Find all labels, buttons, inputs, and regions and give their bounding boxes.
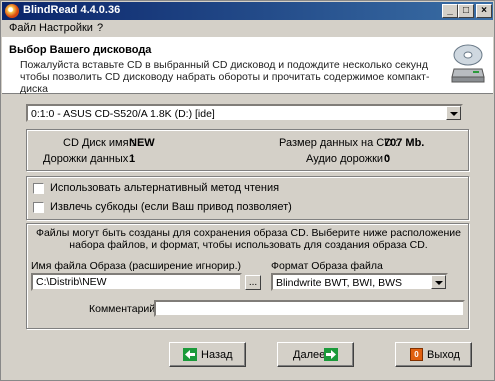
comment-label: Комментарий : — [89, 303, 161, 315]
next-button[interactable]: Далее — [277, 342, 354, 367]
filename-label: Имя файла Образа (расширение игнорир.) — [31, 260, 242, 272]
next-button-label: Далее — [293, 349, 326, 361]
cd-drive-icon — [451, 44, 485, 83]
extract-subcodes-label: Извлечь субкоды (если Ваш привод позволя… — [50, 201, 292, 213]
data-size-label: Размер данных на CD : — [279, 137, 399, 149]
format-select[interactable]: Blindwrite BWT, BWI, BWS — [271, 273, 448, 291]
menu-help[interactable]: ? — [97, 22, 103, 34]
data-tracks-value: 1 — [129, 153, 136, 165]
comment-input[interactable] — [154, 300, 465, 317]
minimize-button[interactable]: _ — [442, 4, 458, 18]
alt-read-checkbox[interactable] — [33, 183, 44, 194]
exit-button-label: Выход — [427, 349, 460, 361]
arrow-left-icon — [183, 348, 197, 361]
app-icon — [5, 4, 19, 18]
menu-settings[interactable]: Настройки — [39, 22, 93, 34]
data-size-value: 707 Mb. — [384, 137, 425, 149]
back-button-label: Назад — [201, 349, 233, 361]
exit-icon: 0 — [410, 348, 423, 361]
image-info-text: Файлы могут быть созданы для сохранения … — [35, 227, 461, 251]
arrow-right-icon — [324, 348, 338, 361]
drive-select-value: 0:1:0 - ASUS CD-S520/A 1.8K (D:) [ide] — [31, 108, 215, 120]
chevron-down-icon[interactable] — [431, 275, 446, 289]
disc-name-label: CD Диск имя : — [63, 137, 135, 149]
chevron-down-icon[interactable] — [446, 106, 461, 120]
audio-tracks-label: Аудио дорожки : — [306, 153, 390, 165]
window-title: BlindRead 4.4.0.36 — [23, 4, 121, 16]
back-button[interactable]: Назад — [169, 342, 246, 367]
close-button[interactable]: × — [476, 4, 492, 18]
menu-file[interactable]: Файл — [9, 22, 36, 34]
extract-subcodes-checkbox[interactable] — [33, 202, 44, 213]
wizard-header: Выбор Вашего дисковода Пожалуйста вставь… — [2, 37, 493, 95]
format-select-value: Blindwrite BWT, BWI, BWS — [276, 277, 403, 289]
exit-button[interactable]: 0 Выход — [395, 342, 472, 367]
menu-bar: Файл Настройки ? — [2, 20, 493, 37]
data-tracks-label: Дорожки данных : — [43, 153, 135, 165]
browse-button[interactable]: ... — [245, 275, 261, 290]
page-title: Выбор Вашего дисковода — [9, 44, 152, 56]
disc-name-value: NEW — [129, 137, 155, 149]
audio-tracks-value: 0 — [384, 153, 391, 165]
main-window: BlindRead 4.4.0.36 _ □ × Файл Настройки … — [0, 0, 495, 381]
alt-read-label: Использовать альтернативный метод чтения — [50, 182, 280, 194]
page-description: Пожалуйста вставьте CD в выбранный CD ди… — [20, 59, 430, 95]
maximize-button[interactable]: □ — [458, 4, 474, 18]
drive-select[interactable]: 0:1:0 - ASUS CD-S520/A 1.8K (D:) [ide] — [26, 104, 463, 122]
filename-input[interactable]: C:\Distrib\NEW — [31, 273, 242, 291]
format-label: Формат Образа файла — [271, 260, 383, 272]
title-bar[interactable]: BlindRead 4.4.0.36 _ □ × — [2, 2, 493, 20]
